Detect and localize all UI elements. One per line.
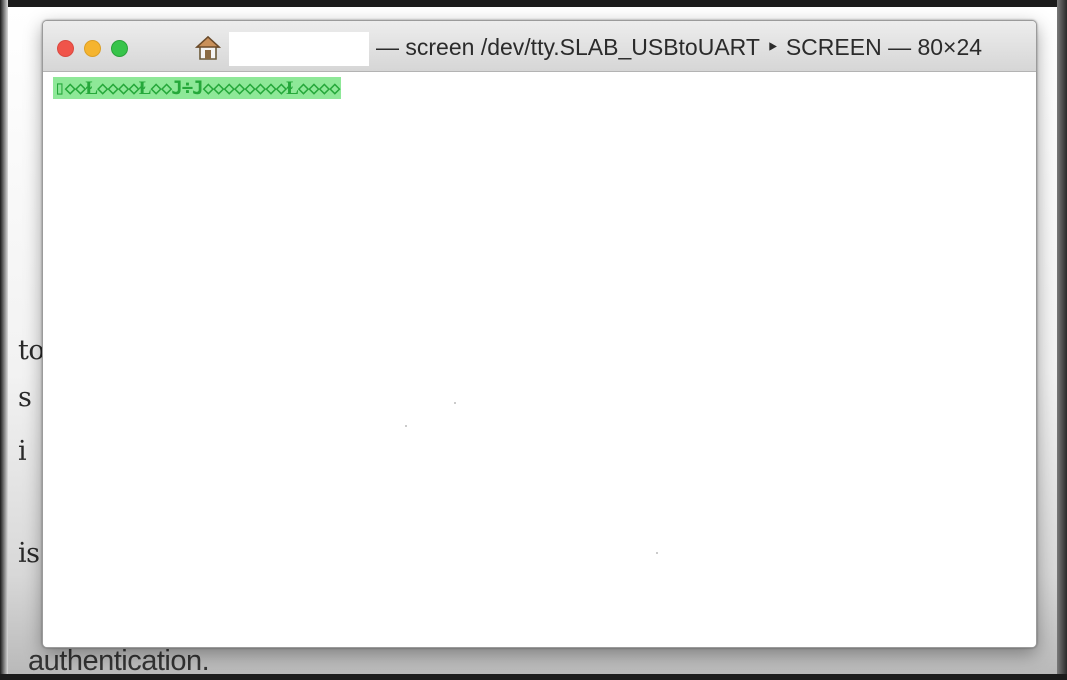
- screen-speck: [405, 425, 407, 427]
- background-text-fragment: s: [18, 382, 32, 413]
- photo-frame-bottom: [0, 674, 1067, 680]
- home-icon: [195, 35, 221, 60]
- close-window-button[interactable]: [57, 40, 74, 57]
- minimize-window-button[interactable]: [84, 40, 101, 57]
- background-text-fragment: i: [18, 436, 27, 467]
- photo-frame-top: [0, 0, 1067, 7]
- screen-speck: [454, 402, 456, 404]
- window-titlebar[interactable]: — screen /dev/tty.SLAB_USBtoUART ‣ SCREE…: [43, 21, 1036, 72]
- photo-frame-right: [1057, 0, 1067, 680]
- window-title: — screen /dev/tty.SLAB_USBtoUART ‣ SCREE…: [376, 34, 983, 60]
- background-text-fragment: is: [18, 538, 40, 569]
- zoom-window-button[interactable]: [111, 40, 128, 57]
- photo-frame-left: [0, 0, 8, 680]
- terminal-output-line: ▯◇◇Ɫ◇◇◇◇Ɫ◇◇J÷J◇◇◇◇◇◇◇◇Ɫ◇◇◇◇: [53, 77, 341, 99]
- screen-speck: [656, 552, 658, 554]
- terminal-window: — screen /dev/tty.SLAB_USBtoUART ‣ SCREE…: [42, 20, 1037, 648]
- redacted-hostname: [229, 32, 369, 66]
- terminal-output-area[interactable]: ▯◇◇Ɫ◇◇◇◇Ɫ◇◇J÷J◇◇◇◇◇◇◇◇Ɫ◇◇◇◇: [43, 72, 1036, 647]
